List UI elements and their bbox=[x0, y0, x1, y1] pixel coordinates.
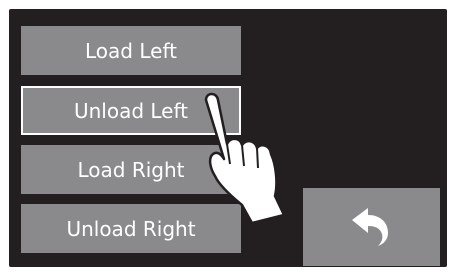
back-button[interactable] bbox=[303, 188, 440, 266]
back-arrow-icon bbox=[351, 208, 388, 246]
load-left-button[interactable]: Load Left bbox=[21, 26, 241, 75]
unload-left-button[interactable]: Unload Left bbox=[21, 86, 241, 135]
load-right-button[interactable]: Load Right bbox=[21, 145, 241, 194]
unload-right-button[interactable]: Unload Right bbox=[21, 204, 241, 253]
touch-screen: Load Left Unload Left Load Right Unload … bbox=[9, 9, 447, 267]
